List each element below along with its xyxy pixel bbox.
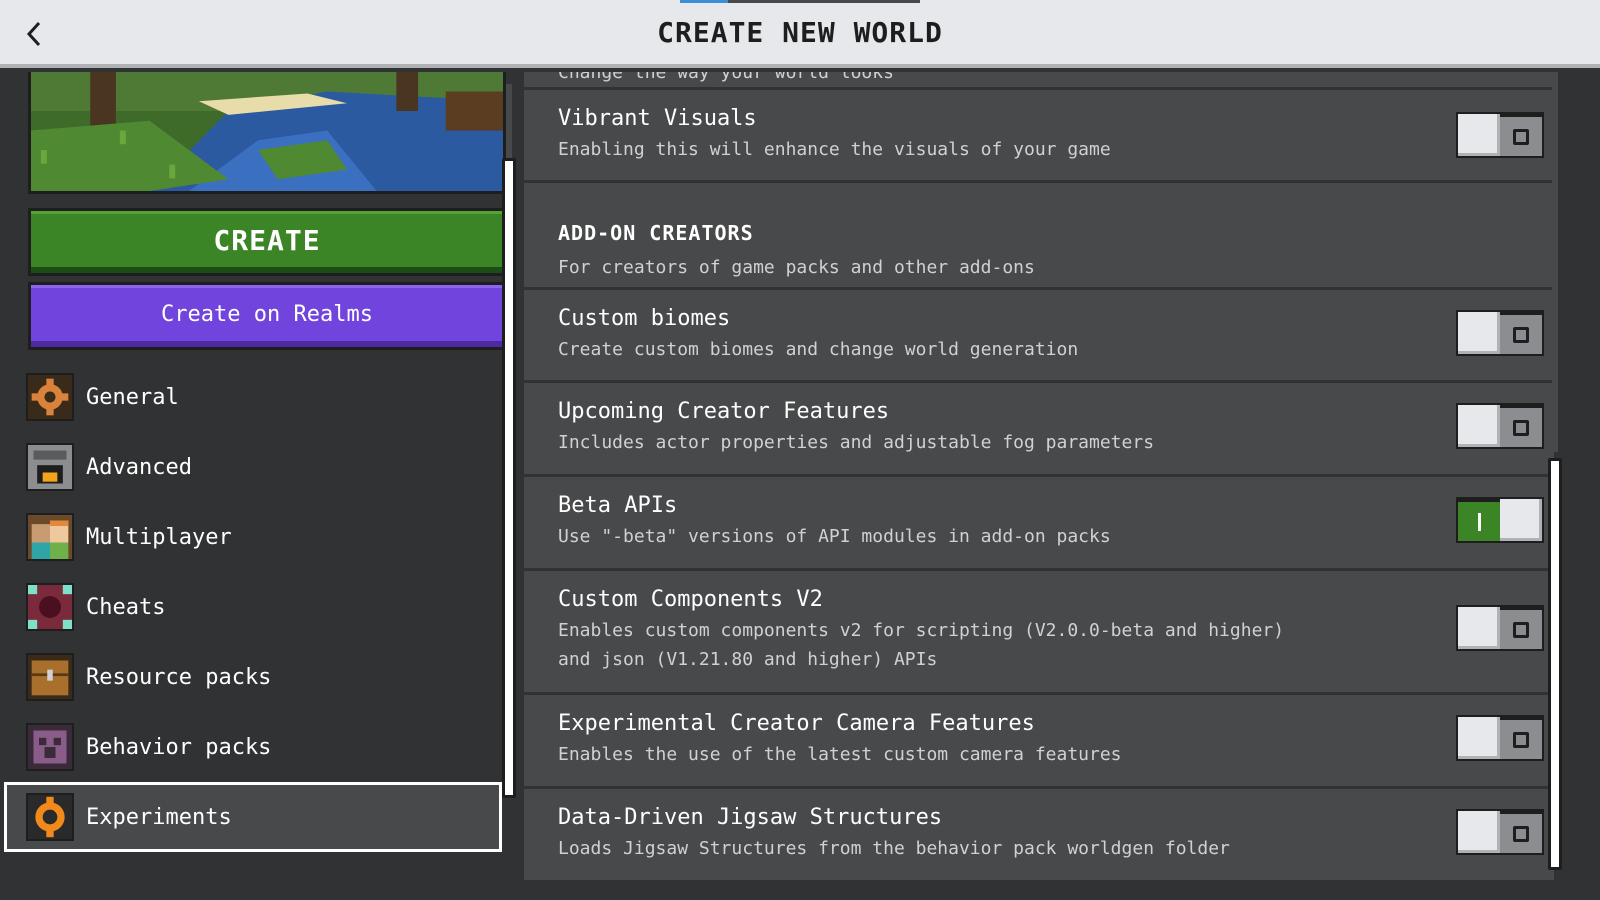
nav-item-cheats[interactable]: Cheats <box>6 572 506 642</box>
setting-description: Enabling this will enhance the visuals o… <box>558 139 1111 160</box>
custom-components-v2-toggle[interactable] <box>1456 605 1544 651</box>
top-bar: CREATE NEW WORLD <box>0 0 1600 68</box>
gear-icon <box>26 373 74 421</box>
world-preview-image <box>28 72 506 194</box>
nav-label: Behavior packs <box>86 734 272 760</box>
section-title: ADD-ON CREATORS <box>558 221 754 245</box>
custom-biomes-toggle[interactable] <box>1456 310 1544 356</box>
nav-item-general[interactable]: General <box>6 362 506 432</box>
setting-row-creator-camera-features: Experimental Creator Camera Features Ena… <box>524 695 1554 789</box>
setting-description-line-2: and json (V1.21.80 and higher) APIs <box>558 649 938 670</box>
setting-title: Custom biomes <box>558 306 731 331</box>
nav-item-experiments[interactable]: Experiments <box>4 782 502 852</box>
create-on-realms-button[interactable]: Create on Realms <box>28 282 506 350</box>
tab-indicator <box>680 0 920 3</box>
nav-label: Experiments <box>86 804 232 830</box>
command-block-icon <box>26 583 74 631</box>
setting-description: Create custom biomes and change world ge… <box>558 339 1079 360</box>
nav-item-resource-packs[interactable]: Resource packs <box>6 642 506 712</box>
setting-row-beta-apis: Beta APIs Use "-beta" versions of API mo… <box>524 477 1554 571</box>
setting-row-custom-components-v2: Custom Components V2 Enables custom comp… <box>524 571 1554 695</box>
setting-title: Experimental Creator Camera Features <box>558 711 1035 736</box>
setting-description: Loads Jigsaw Structures from the behavio… <box>558 838 1230 859</box>
scroll-track <box>1552 72 1558 452</box>
furnace-icon <box>26 443 74 491</box>
nav-item-advanced[interactable]: Advanced <box>6 432 506 502</box>
realms-button-label: Create on Realms <box>161 301 373 327</box>
nav-label: Cheats <box>86 594 166 620</box>
setting-description: Use "-beta" versions of API modules in a… <box>558 526 1111 547</box>
setting-title: Upcoming Creator Features <box>558 399 890 424</box>
nav-item-behavior-packs[interactable]: Behavior packs <box>6 712 506 782</box>
section-addon-creators: ADD-ON CREATORS For creators of game pac… <box>524 183 1554 290</box>
clipped-description: Change the way your world looks <box>558 72 894 83</box>
settings-panel: Change the way your world looks Vibrant … <box>520 72 1600 900</box>
nav-label: General <box>86 384 179 410</box>
setting-row-data-driven-jigsaw: Data-Driven Jigsaw Structures Loads Jigs… <box>524 789 1554 883</box>
setting-description: Includes actor properties and adjustable… <box>558 432 1155 453</box>
upcoming-creator-features-toggle[interactable] <box>1456 403 1544 449</box>
setting-description-line-1: Enables custom components v2 for scripti… <box>558 620 1285 641</box>
section-description: For creators of game packs and other add… <box>558 257 1035 278</box>
players-icon <box>26 513 74 561</box>
data-driven-jigsaw-toggle[interactable] <box>1456 809 1544 855</box>
right-scrollbar[interactable] <box>1548 458 1562 870</box>
setting-title: Data-Driven Jigsaw Structures <box>558 805 943 830</box>
clipped-row: Change the way your world looks <box>524 72 1554 90</box>
nav-label: Advanced <box>86 454 192 480</box>
creator-camera-features-toggle[interactable] <box>1456 715 1544 761</box>
page-title: CREATE NEW WORLD <box>657 16 943 49</box>
setting-title: Beta APIs <box>558 493 678 518</box>
chest-icon <box>26 653 74 701</box>
create-button-label: CREATE <box>213 223 321 257</box>
setting-row-custom-biomes: Custom biomes Create custom biomes and c… <box>524 290 1554 383</box>
setting-row-upcoming-creator-features: Upcoming Creator Features Includes actor… <box>524 383 1554 477</box>
beta-apis-toggle[interactable] <box>1456 497 1544 543</box>
creeper-icon <box>26 723 74 771</box>
nav-label: Multiplayer <box>86 524 232 550</box>
vibrant-visuals-toggle[interactable] <box>1456 112 1544 158</box>
create-button[interactable]: CREATE <box>28 208 506 276</box>
setting-title: Vibrant Visuals <box>558 106 757 131</box>
nav-item-multiplayer[interactable]: Multiplayer <box>6 502 506 572</box>
experiments-icon <box>26 793 74 841</box>
setting-title: Custom Components V2 <box>558 587 823 612</box>
setting-description: Enables the use of the latest custom cam… <box>558 744 1122 765</box>
setting-row-vibrant-visuals: Vibrant Visuals Enabling this will enhan… <box>524 90 1554 183</box>
nav-label: Resource packs <box>86 664 272 690</box>
left-scrollbar[interactable] <box>502 158 516 798</box>
left-panel: CREATE Create on Realms General Advanced… <box>0 72 520 900</box>
